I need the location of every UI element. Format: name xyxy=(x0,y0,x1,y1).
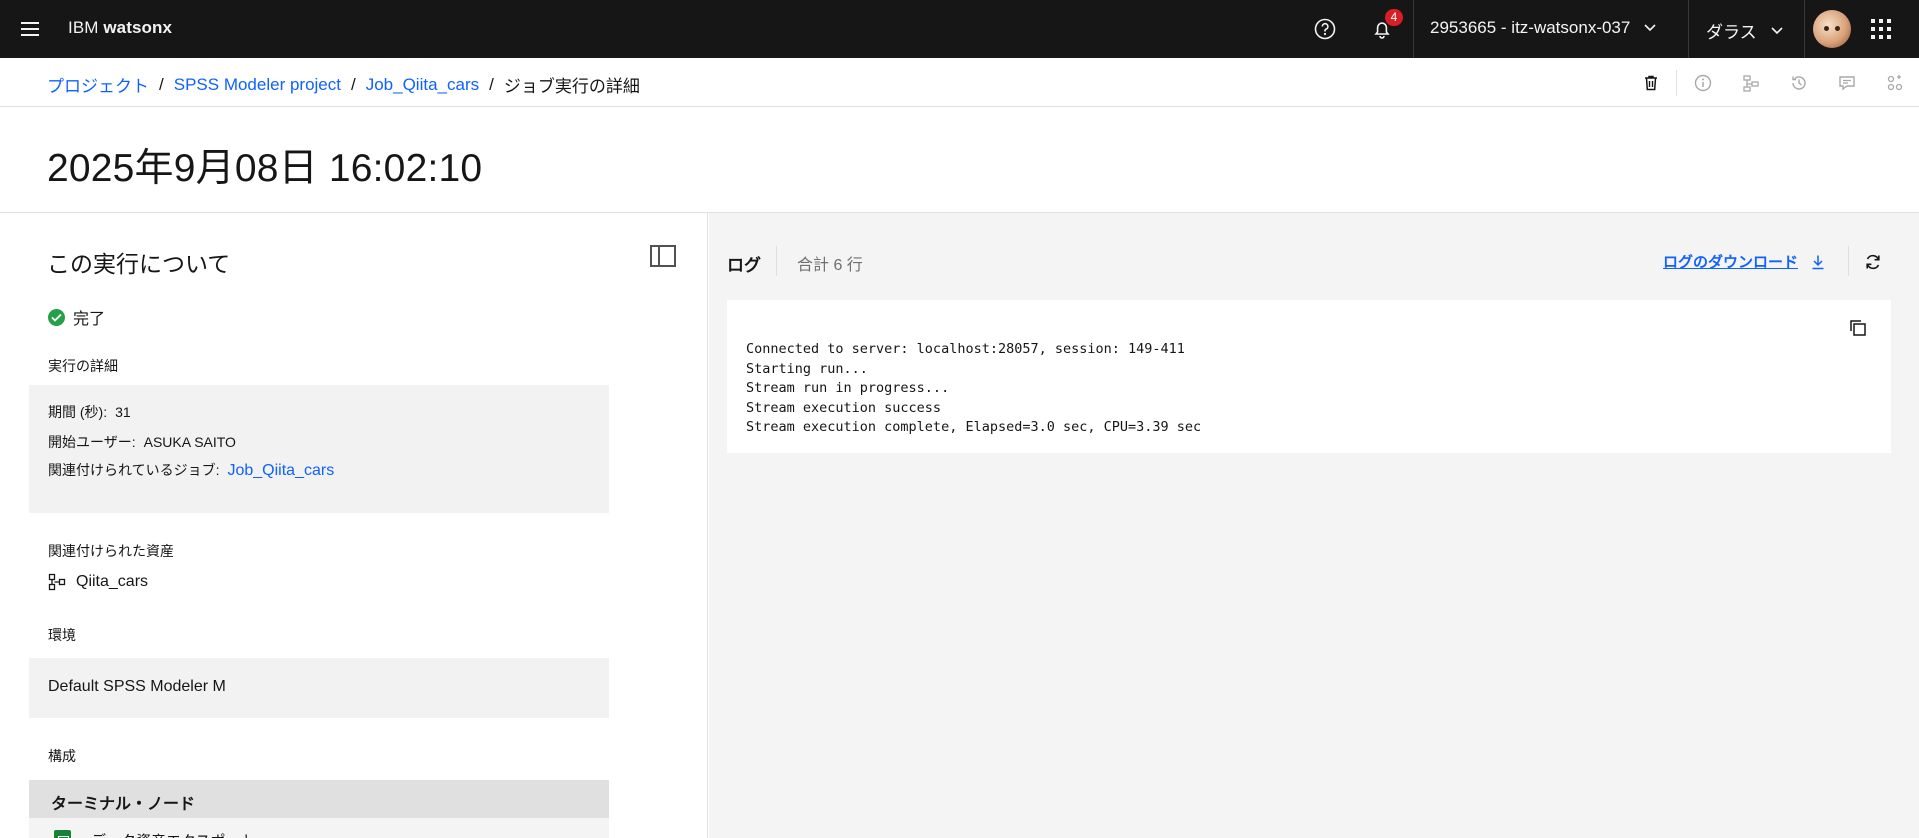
page-title: 2025年9月08日 16:02:10 xyxy=(47,147,483,190)
breadcrumb-separator: / xyxy=(489,74,494,94)
breadcrumb-separator: / xyxy=(159,74,164,94)
app-switcher-icon[interactable] xyxy=(1871,19,1891,39)
checkmark-icon xyxy=(48,308,65,326)
started-by-value: ASUKA SAITO xyxy=(143,434,236,450)
started-by-row: 開始ユーザー: ASUKA SAITO xyxy=(48,432,236,452)
duration-value: 31 xyxy=(115,404,131,420)
run-details-box: 期間 (秒): 31 開始ユーザー: ASUKA SAITO 関連付けられている… xyxy=(29,385,609,513)
brand-name: watsonx xyxy=(103,18,173,37)
region-switcher[interactable]: ダラス xyxy=(1706,18,1783,43)
apps-grid-icon[interactable] xyxy=(1882,70,1908,96)
log-line: Stream execution success xyxy=(746,399,942,416)
log-line: Starting run... xyxy=(746,360,868,377)
duration-row: 期間 (秒): 31 xyxy=(48,402,131,422)
user-avatar[interactable] xyxy=(1813,10,1851,48)
product-name[interactable]: IBM watsonx xyxy=(68,18,172,38)
configuration-label: 構成 xyxy=(48,748,76,764)
comment-icon[interactable] xyxy=(1834,70,1860,96)
terminal-node-row[interactable]: データ資産エクスポート xyxy=(29,818,609,838)
status-text: 完了 xyxy=(73,311,106,328)
header-divider xyxy=(1413,0,1414,58)
tree-view-icon[interactable] xyxy=(1738,70,1764,96)
started-by-label: 開始ユーザー: xyxy=(48,434,136,450)
log-divider xyxy=(776,246,777,276)
terminal-node-name: データ資産エクスポート xyxy=(91,830,256,838)
account-label: 2953665 - itz-watsonx-037 xyxy=(1430,18,1631,37)
global-header: IBM watsonx 4 2953665 - itz-watsonx-037 … xyxy=(0,0,1919,58)
download-icon xyxy=(1812,255,1824,269)
assets-label: 関連付けられた資産 xyxy=(48,543,174,559)
download-log-label: ログのダウンロード xyxy=(1663,254,1799,271)
log-output: Connected to server: localhost:28057, se… xyxy=(727,300,1891,453)
associated-job-label: 関連付けられているジョブ: xyxy=(48,462,220,478)
associated-job-row: 関連付けられているジョブ: Job_Qiita_cars xyxy=(48,460,334,480)
information-icon[interactable] xyxy=(1690,70,1716,96)
flow-icon xyxy=(48,573,66,591)
log-lines: Connected to server: localhost:28057, se… xyxy=(746,340,1201,438)
header-divider xyxy=(1688,0,1689,58)
account-switcher[interactable]: 2953665 - itz-watsonx-037 xyxy=(1430,18,1656,38)
notification-badge: 4 xyxy=(1385,9,1403,26)
side-panel-toggle-icon[interactable] xyxy=(650,245,676,267)
toolbar-divider xyxy=(1676,70,1677,96)
log-panel: ログ 合計 6 行 ログのダウンロード Connected to server:… xyxy=(709,213,1919,838)
run-details-label: 実行の詳細 xyxy=(48,358,118,374)
breadcrumb-project[interactable]: SPSS Modeler project xyxy=(174,75,341,95)
breadcrumb-bar: プロジェクト / SPSS Modeler project / Job_Qiit… xyxy=(0,58,1919,107)
region-label: ダラス xyxy=(1706,23,1757,42)
chevron-down-icon xyxy=(1644,24,1656,32)
log-line: Connected to server: localhost:28057, se… xyxy=(746,341,1185,357)
bell-icon[interactable]: 4 xyxy=(1362,9,1403,49)
environment-label: 環境 xyxy=(48,627,76,643)
data-asset-export-icon xyxy=(54,830,71,838)
breadcrumb-job[interactable]: Job_Qiita_cars xyxy=(366,75,479,95)
environment-box: Default SPSS Modeler M xyxy=(29,658,609,718)
refresh-icon[interactable] xyxy=(1861,250,1885,274)
header-divider xyxy=(1804,0,1805,58)
page-header: 2025年9月08日 16:02:10 xyxy=(0,107,1919,213)
status-badge: 完了 xyxy=(48,305,105,329)
log-divider xyxy=(1848,246,1849,276)
download-log-link[interactable]: ログのダウンロード xyxy=(1663,251,1826,272)
breadcrumb-separator: / xyxy=(350,74,356,94)
panel-title: この実行について xyxy=(47,251,231,277)
log-line: Stream run in progress... xyxy=(746,380,950,396)
log-tab[interactable]: ログ xyxy=(727,251,761,276)
breadcrumb: プロジェクト / SPSS Modeler project / Job_Qiit… xyxy=(47,72,640,97)
brand-prefix: IBM xyxy=(68,18,104,37)
run-details-panel: この実行について 完了 実行の詳細 期間 (秒): 31 開始ユーザー: ASU… xyxy=(0,213,708,838)
hamburger-menu-icon[interactable] xyxy=(10,9,50,49)
asset-name: Qiita_cars xyxy=(76,573,149,590)
asset-item[interactable]: Qiita_cars xyxy=(48,573,148,591)
environment-value: Default SPSS Modeler M xyxy=(48,678,226,695)
terminal-nodes-header: ターミナル・ノード xyxy=(29,780,609,818)
associated-job-link[interactable]: Job_Qiita_cars xyxy=(227,462,334,480)
log-line: Stream execution complete, Elapsed=3.0 s… xyxy=(746,419,1202,435)
breadcrumb-projects[interactable]: プロジェクト xyxy=(47,72,149,97)
trash-icon[interactable] xyxy=(1638,70,1664,96)
help-icon[interactable] xyxy=(1305,9,1345,49)
breadcrumb-current: ジョブ実行の詳細 xyxy=(503,77,640,96)
chevron-down-icon xyxy=(1771,26,1783,34)
duration-label: 期間 (秒): xyxy=(48,404,108,420)
copy-icon[interactable] xyxy=(1848,318,1868,338)
history-icon[interactable] xyxy=(1786,70,1812,96)
log-line-count: 合計 6 行 xyxy=(797,257,863,274)
